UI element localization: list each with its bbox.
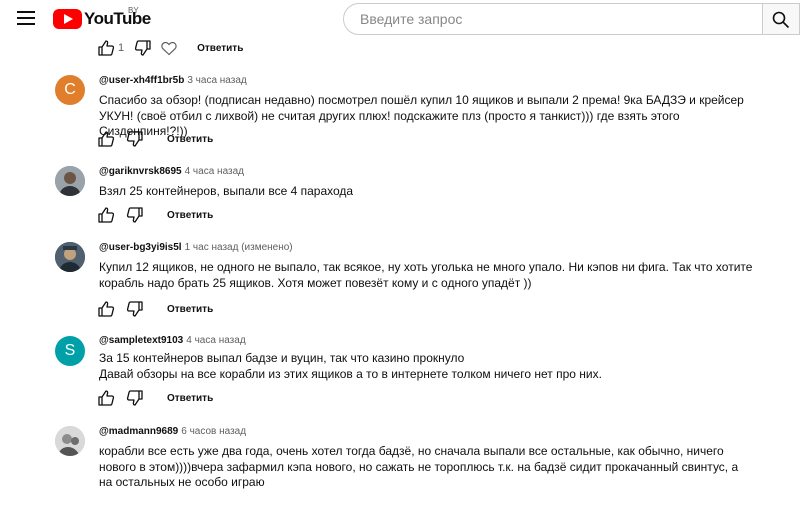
thumbs-down-icon[interactable] [126,206,144,224]
logo-text: YouTube [84,9,151,28]
thumbs-up-icon[interactable] [97,389,115,407]
comment-author[interactable]: @user-xh4ff1br5b [99,75,184,86]
user-photo-icon [55,426,85,456]
thumbs-up-icon[interactable] [97,39,115,57]
comment-meta: @gariknvrsk8695 4 часа назад [99,166,244,177]
thumbs-down-icon[interactable] [126,130,144,148]
comment-text: Купил 12 ящиков, не одного не выпало, та… [99,260,753,290]
comment-time[interactable]: 3 часа назад [187,75,246,86]
reply-button[interactable]: Ответить [167,210,213,221]
avatar[interactable]: C [55,75,85,105]
comment-text: Взял 25 контейнеров, выпали все 4 парахо… [99,184,354,198]
thumbs-down-icon[interactable] [126,389,144,407]
comment-author[interactable]: @madmann9689 [99,426,178,437]
comment-meta: @madmann9689 6 часов назад [99,426,246,437]
thumbs-up-icon[interactable] [97,206,115,224]
avatar[interactable]: S [55,336,85,366]
comment-author[interactable]: @user-bg3yi9is5l [99,242,182,253]
masthead: YouTube BY [0,0,800,38]
search-input[interactable] [358,10,752,28]
thumbs-up-icon[interactable] [97,130,115,148]
search-icon [772,11,790,29]
comment-actions: Ответить [97,388,213,408]
comment-time[interactable]: 6 часов назад [181,426,246,437]
comment-text-line: За 15 контейнеров выпал бадзе и вуцин, т… [99,351,465,365]
comment-meta: @sampletext9103 4 часа назад [99,335,246,346]
avatar[interactable] [55,166,85,196]
search-box[interactable] [343,3,763,35]
thumbs-down-icon[interactable] [134,39,152,57]
comment-actions: 1 Ответить [97,38,243,58]
country-code: BY [128,6,139,15]
reply-button[interactable]: Ответить [167,304,213,315]
comment-meta: @user-xh4ff1br5b 3 часа назад [99,75,247,86]
comment-text: корабли все есть уже два года, очень хот… [99,444,739,489]
comment-author[interactable]: @sampletext9103 [99,335,183,346]
comment-text-line: Давай обзоры на все корабли из этих ящик… [99,366,602,381]
comment-actions: Ответить [97,129,213,149]
user-photo-icon [55,242,85,272]
user-photo-icon [55,166,85,196]
thumbs-up-icon[interactable] [97,300,115,318]
reply-button[interactable]: Ответить [197,43,243,54]
search-button[interactable] [763,3,800,35]
comment-time[interactable]: 1 час назад (изменено) [185,242,293,253]
play-icon [53,9,82,29]
like-count: 1 [118,42,125,54]
comment-actions: Ответить [97,299,213,319]
comment-actions: Ответить [97,205,213,225]
reply-button[interactable]: Ответить [167,393,213,404]
comment-author[interactable]: @gariknvrsk8695 [99,166,182,177]
comment-time[interactable]: 4 часа назад [186,335,245,346]
comment-meta: @user-bg3yi9is5l 1 час назад (изменено) [99,242,293,253]
comment-text: За 15 контейнеров выпал бадзе и вуцин, т… [99,351,759,382]
avatar[interactable] [55,242,85,272]
heart-icon[interactable] [160,39,178,57]
thumbs-down-icon[interactable] [126,300,144,318]
comment-time[interactable]: 4 часа назад [185,166,244,177]
menu-icon[interactable] [17,11,35,25]
reply-button[interactable]: Ответить [167,134,213,145]
avatar[interactable] [55,426,85,456]
